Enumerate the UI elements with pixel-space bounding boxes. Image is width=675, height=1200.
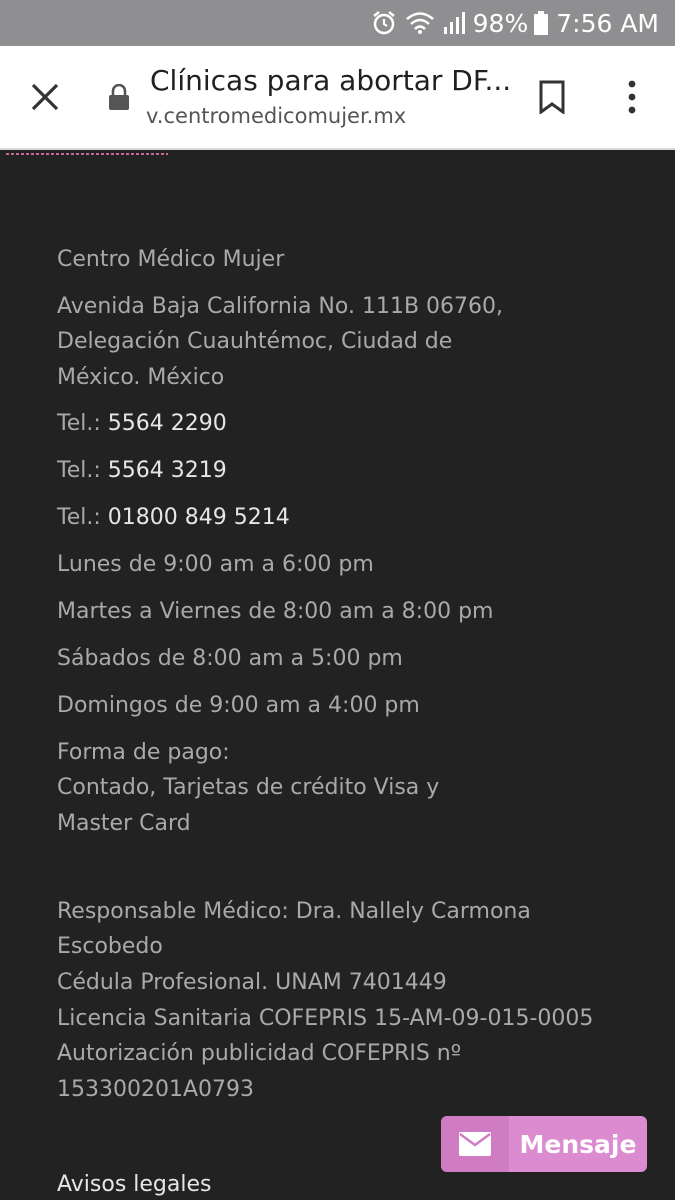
address-line: Delegación Cuauhtémoc, Ciudad de — [57, 329, 453, 354]
phone-label: Tel.: — [57, 411, 101, 436]
responsible-line: Licencia Sanitaria COFEPRIS 15-AM-09-015… — [57, 1006, 594, 1031]
address-line: Avenida Baja California No. 111B 06760, — [57, 294, 504, 319]
lock-icon — [108, 83, 130, 114]
phone-row: Tel.: 5564 3219 — [57, 456, 227, 486]
hours-line: Martes a Viernes de 8:00 am a 8:00 pm — [57, 599, 494, 624]
page-url[interactable]: v.centromedicomujer.mx — [146, 104, 506, 128]
more-vert-icon — [628, 80, 636, 114]
battery-icon — [534, 11, 549, 35]
more-menu-button[interactable] — [610, 74, 654, 120]
status-bar: 98% 7:56 AM — [0, 0, 675, 46]
address-line: México. México — [57, 365, 225, 390]
responsible-line: Escobedo — [57, 934, 163, 959]
phone-link[interactable]: 5564 3219 — [108, 458, 227, 483]
mensaje-chat-button[interactable]: Mensaje — [441, 1116, 647, 1172]
bookmark-button[interactable] — [530, 74, 574, 120]
phone-link[interactable]: 01800 849 5214 — [108, 505, 290, 530]
responsible-line: Cédula Profesional. UNAM 7401449 — [57, 970, 447, 995]
wifi-icon — [405, 11, 435, 35]
clock: 7:56 AM — [556, 8, 659, 38]
bookmark-icon — [539, 80, 565, 114]
responsible-line: Responsable Médico: Dra. Nallely Carmona — [57, 899, 531, 924]
payment-line: Forma de pago: — [57, 740, 230, 765]
hours-line: Domingos de 9:00 am a 4:00 pm — [57, 693, 420, 718]
phone-link[interactable]: 5564 2290 — [108, 411, 227, 436]
signal-icon — [443, 11, 465, 35]
phone-row: Tel.: 5564 2290 — [57, 409, 227, 439]
phone-label: Tel.: — [57, 458, 101, 483]
page-load-divider — [6, 153, 168, 155]
responsible-line: Autorización publicidad COFEPRIS nº — [57, 1041, 462, 1066]
battery-percent: 98% — [472, 8, 529, 38]
alarm-icon — [371, 10, 397, 36]
hours-line: Lunes de 9:00 am a 6:00 pm — [57, 552, 374, 577]
clinic-name: Centro Médico Mujer — [57, 247, 285, 272]
mensaje-label: Mensaje — [519, 1129, 637, 1159]
close-icon — [31, 83, 59, 111]
phone-label: Tel.: — [57, 505, 101, 530]
page-title: Clínicas para abortar DF... — [150, 64, 510, 97]
payment-line: Contado, Tarjetas de crédito Visa y — [57, 775, 440, 800]
envelope-icon-box — [441, 1116, 509, 1172]
hours-line: Sábados de 8:00 am a 5:00 pm — [57, 646, 403, 671]
payment-line: Master Card — [57, 811, 191, 836]
browser-toolbar: Clínicas para abortar DF... v.centromedi… — [0, 46, 675, 150]
envelope-icon — [459, 1132, 491, 1156]
phone-row: Tel.: 01800 849 5214 — [57, 503, 290, 533]
legal-notice-link[interactable]: Avisos legales — [57, 1172, 211, 1197]
responsible-line: 153300201A0793 — [57, 1077, 255, 1102]
close-button[interactable] — [22, 74, 68, 120]
